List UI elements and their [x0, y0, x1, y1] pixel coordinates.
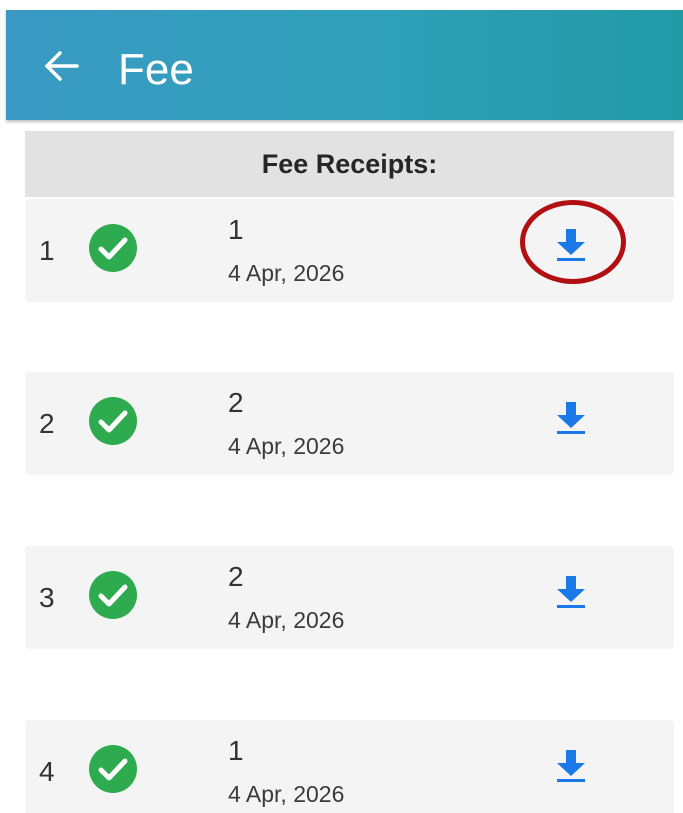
download-icon — [557, 229, 585, 261]
receipt-amount: 2 — [228, 387, 244, 418]
arrow-left-icon — [45, 51, 79, 81]
receipt-date: 4 Apr, 2026 — [228, 607, 345, 633]
app-bar: Fee — [6, 10, 683, 120]
download-button[interactable] — [553, 398, 589, 438]
receipt-date: 4 Apr, 2026 — [228, 781, 345, 807]
page-title: Fee — [118, 45, 194, 94]
fee-receipts-header: Fee Receipts: — [25, 131, 674, 197]
check-circle-icon — [89, 745, 137, 793]
download-button[interactable] — [553, 225, 589, 265]
fee-screen: Fee Fee Receipts: 1 1 4 Apr, 2026 2 2 4 … — [0, 0, 683, 813]
receipt-amount: 1 — [228, 735, 244, 766]
download-icon — [557, 750, 585, 782]
receipt-amount: 1 — [228, 214, 244, 245]
receipt-date: 4 Apr, 2026 — [228, 260, 345, 286]
receipt-card: 4 1 4 Apr, 2026 — [25, 720, 674, 813]
receipt-index: 4 — [39, 756, 55, 787]
check-circle-icon — [89, 571, 137, 619]
receipt-amount: 2 — [228, 561, 244, 592]
receipt-card: 2 2 4 Apr, 2026 — [25, 372, 674, 475]
download-icon — [557, 576, 585, 608]
download-button[interactable] — [553, 572, 589, 612]
check-circle-icon — [89, 224, 137, 272]
check-circle-icon — [89, 397, 137, 445]
back-button[interactable] — [42, 46, 82, 86]
download-icon — [557, 402, 585, 434]
receipt-card: 1 1 4 Apr, 2026 — [25, 199, 674, 302]
receipt-index: 2 — [39, 408, 55, 439]
receipt-index: 1 — [39, 235, 55, 266]
download-button[interactable] — [553, 746, 589, 786]
receipt-index: 3 — [39, 582, 55, 613]
receipt-card: 3 2 4 Apr, 2026 — [25, 546, 674, 649]
receipt-date: 4 Apr, 2026 — [228, 433, 345, 459]
